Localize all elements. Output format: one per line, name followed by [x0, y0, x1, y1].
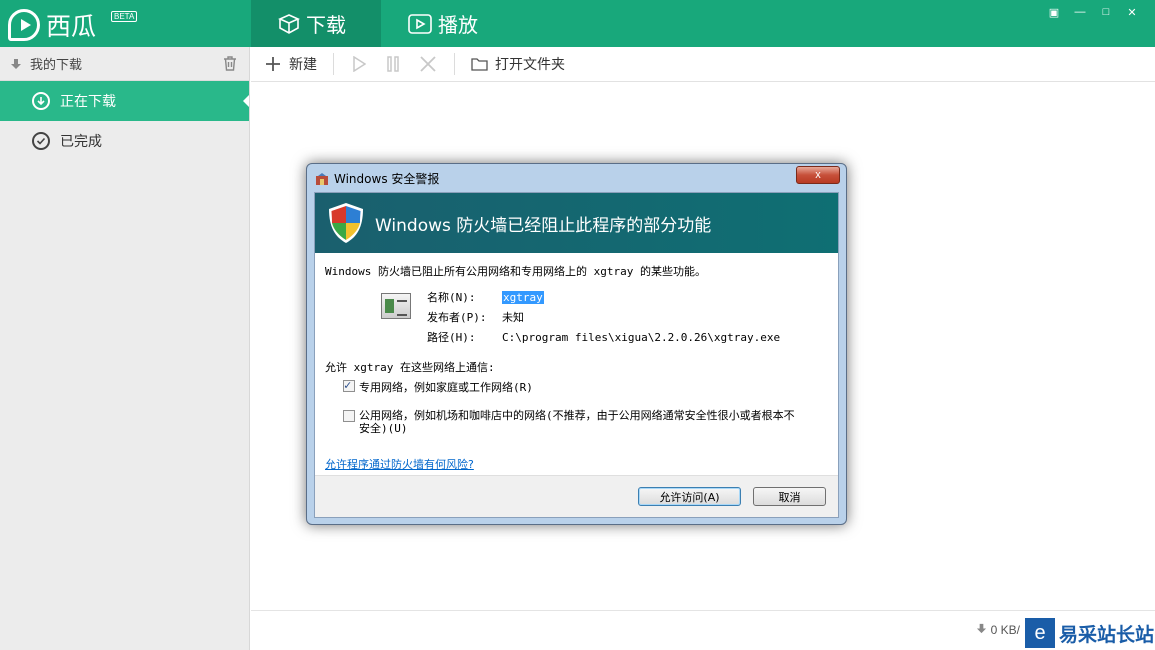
download-circle-icon: [32, 92, 50, 110]
toolbar: 新建 打开文件夹: [251, 47, 1155, 82]
window-controls: ▣ — □ ✕: [1041, 4, 1145, 20]
publisher-row: 发布者(P): 未知: [427, 309, 524, 325]
dialog-title-bar: Windows 安全警报: [315, 170, 439, 187]
sidebar-item-label: 已完成: [60, 134, 102, 150]
toolbar-divider: [333, 53, 334, 75]
download-speed: 0 KB/: [976, 623, 1020, 637]
status-bar: 0 KB/: [251, 610, 1155, 650]
app-logo: 西瓜 BETA: [8, 7, 138, 43]
beta-badge: BETA: [111, 11, 138, 22]
dialog-content: Windows 防火墙已经阻止此程序的部分功能 Windows 防火墙已阻止所有…: [314, 192, 839, 518]
program-icon: [381, 293, 411, 319]
name-label: 名称(N):: [427, 291, 476, 304]
public-network-checkbox[interactable]: [343, 410, 355, 422]
tab-play[interactable]: 播放: [408, 0, 478, 47]
logo-icon: [8, 9, 40, 41]
tab-play-label: 播放: [438, 13, 478, 37]
watermark-text: 易采站长站: [1059, 623, 1155, 646]
name-value: xgtray: [502, 291, 544, 304]
private-network-option[interactable]: 专用网络，例如家庭或工作网络(R): [343, 378, 533, 395]
private-network-label: 专用网络，例如家庭或工作网络(R): [359, 381, 533, 394]
sidebar-item-label: 正在下载: [60, 94, 116, 110]
sidebar: 我的下载 正在下载 已完成: [0, 47, 250, 650]
dialog-close-button[interactable]: x: [796, 166, 840, 184]
sidebar-header-label: 我的下载: [30, 58, 83, 73]
start-button[interactable]: [342, 47, 376, 82]
new-task-button[interactable]: 新建: [251, 47, 325, 82]
mini-mode-icon[interactable]: ▣: [1041, 4, 1067, 20]
toolbar-divider: [454, 53, 455, 75]
open-folder-label: 打开文件夹: [495, 57, 565, 73]
publisher-value: 未知: [502, 311, 524, 324]
allow-networks-text: 允许 xgtray 在这些网络上通信:: [325, 361, 495, 374]
public-network-option[interactable]: 公用网络，例如机场和咖啡店中的网络(不推荐，由于公用网络通常安全性很小或者根本不…: [343, 409, 803, 435]
cancel-button[interactable]: 取消: [753, 487, 826, 506]
pause-icon: [387, 56, 399, 72]
check-circle-icon: [32, 132, 50, 150]
play-icon: [353, 56, 366, 72]
sidebar-header: 我的下载: [0, 47, 249, 81]
delete-button[interactable]: [410, 47, 446, 82]
plus-icon: [266, 57, 280, 71]
dialog-body: Windows 防火墙已阻止所有公用网络和专用网络上的 xgtray 的某些功能…: [315, 253, 838, 479]
program-name-row: 名称(N): xgtray: [427, 289, 544, 305]
box-icon: [278, 13, 300, 34]
new-task-label: 新建: [289, 57, 317, 73]
download-speed-text: 0 KB/: [990, 623, 1020, 637]
public-network-label: 公用网络，例如机场和咖啡店中的网络(不推荐，由于公用网络通常安全性很小或者根本不…: [359, 409, 795, 435]
play-icon: [408, 13, 432, 34]
close-icon: x: [815, 169, 821, 181]
publisher-label: 发布者(P):: [427, 311, 487, 324]
open-folder-button[interactable]: 打开文件夹: [463, 47, 573, 82]
minimize-icon[interactable]: —: [1067, 4, 1093, 20]
pause-button[interactable]: [376, 47, 410, 82]
firewall-risk-link[interactable]: 允许程序通过防火墙有何风险?: [325, 456, 474, 472]
firewall-icon: [316, 172, 328, 185]
sidebar-item-downloading[interactable]: 正在下载: [0, 81, 249, 121]
watermark: e 易采站长站: [1021, 616, 1155, 650]
path-label: 路径(H):: [427, 331, 476, 344]
allow-access-button[interactable]: 允许访问(A): [638, 487, 741, 506]
path-row: 路径(H): C:\program files\xigua\2.2.0.26\xg…: [427, 329, 780, 345]
security-alert-dialog: Windows 安全警报 x Windows 防火墙已经阻止此程序的部分功能 W…: [306, 163, 847, 525]
shield-icon: [329, 203, 363, 243]
watermark-logo: e: [1025, 618, 1055, 648]
folder-icon: [471, 58, 488, 71]
x-icon: [420, 56, 436, 72]
private-network-checkbox[interactable]: [343, 378, 355, 392]
trash-icon[interactable]: [223, 56, 237, 71]
maximize-icon[interactable]: □: [1093, 4, 1119, 20]
tab-download[interactable]: 下载: [251, 0, 381, 47]
dialog-banner: Windows 防火墙已经阻止此程序的部分功能: [315, 193, 838, 253]
close-icon[interactable]: ✕: [1119, 4, 1145, 20]
dialog-description: Windows 防火墙已阻止所有公用网络和专用网络上的 xgtray 的某些功能…: [325, 265, 706, 278]
top-bar: 西瓜 BETA 下载 播放 ▣ — □ ✕: [0, 0, 1155, 47]
path-value: C:\program files\xigua\2.2.0.26\xgtray.e…: [502, 331, 781, 344]
app-name: 西瓜: [46, 12, 97, 41]
dialog-banner-text: Windows 防火墙已经阻止此程序的部分功能: [375, 215, 712, 236]
arrow-down-icon: [977, 623, 987, 634]
sidebar-item-completed[interactable]: 已完成: [0, 121, 249, 161]
dialog-footer: 允许访问(A) 取消: [315, 475, 838, 517]
dialog-title: Windows 安全警报: [334, 172, 440, 186]
tab-download-label: 下载: [306, 13, 346, 37]
arrow-down-icon: [11, 58, 21, 69]
